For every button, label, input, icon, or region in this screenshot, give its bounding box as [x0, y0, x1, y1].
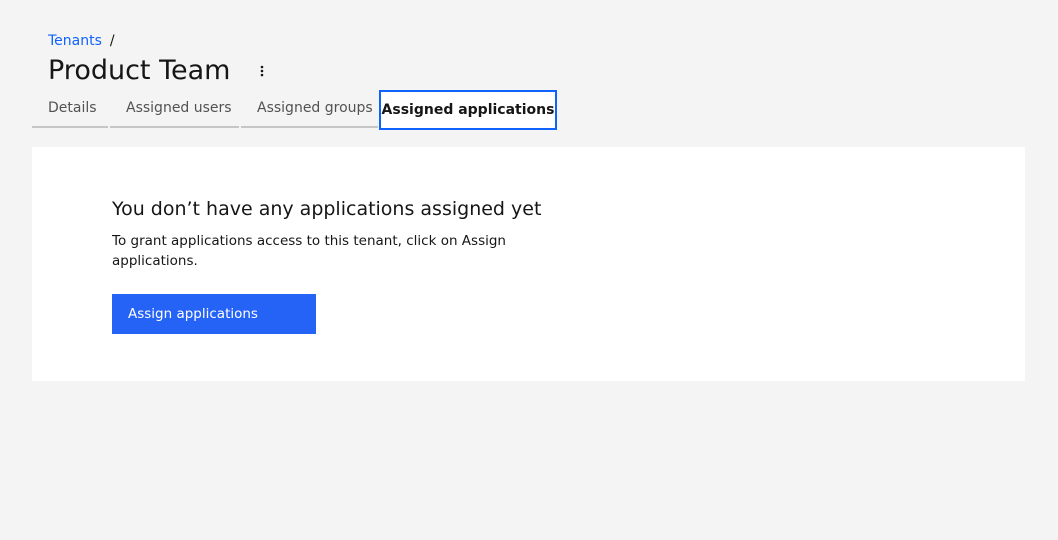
- tab-list: Details Assigned users Assigned groups A…: [32, 90, 557, 130]
- breadcrumb: Tenants /: [48, 32, 115, 50]
- tab-assigned-groups-label: Assigned groups: [257, 100, 373, 116]
- page-header: Product Team: [48, 54, 272, 88]
- tab-assigned-applications-label: Assigned applications: [381, 102, 555, 118]
- tab-details[interactable]: Details: [32, 90, 108, 128]
- page-title: Product Team: [48, 55, 231, 86]
- empty-state-panel: You don’t have any applications assigned…: [32, 147, 1025, 381]
- tab-details-label: Details: [48, 100, 97, 116]
- tab-assigned-users[interactable]: Assigned users: [110, 90, 239, 128]
- overflow-menu-vertical-icon: [261, 65, 264, 77]
- assign-applications-button[interactable]: Assign applications: [112, 294, 316, 334]
- empty-state-title: You don’t have any applications assigned…: [112, 198, 542, 220]
- tab-assigned-applications[interactable]: Assigned applications: [379, 90, 557, 130]
- breadcrumb-link-tenants[interactable]: Tenants: [48, 32, 102, 50]
- breadcrumb-separator: /: [109, 33, 115, 49]
- empty-state-description: To grant applications access to this ten…: [112, 233, 506, 269]
- overflow-menu-button[interactable]: [252, 57, 272, 85]
- tab-assigned-groups[interactable]: Assigned groups: [241, 90, 378, 128]
- tab-assigned-users-label: Assigned users: [126, 100, 232, 116]
